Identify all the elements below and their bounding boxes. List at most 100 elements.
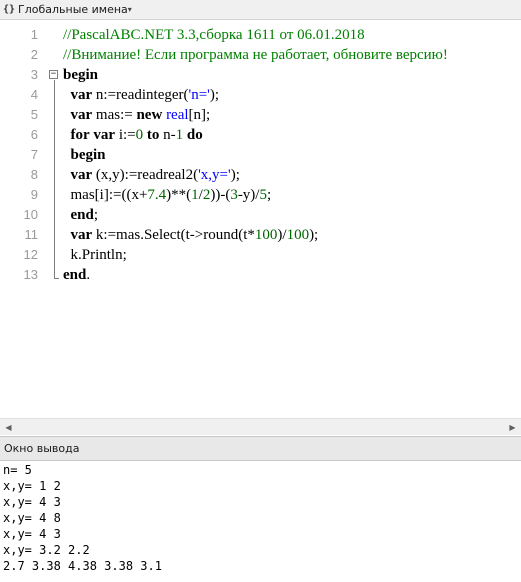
output-line: x,y= 3.2 2.2 xyxy=(3,543,90,557)
output-line: n= 5 xyxy=(3,463,32,477)
global-names-title: Глобальные имена xyxy=(18,3,128,16)
code-line[interactable]: mas[i]:=((x+7.4)**(1/2))-(3-y)/5; xyxy=(63,185,272,205)
scroll-right-icon[interactable]: ▶ xyxy=(504,419,521,435)
code-line[interactable]: var (x,y):=readreal2('x,y='); xyxy=(63,165,240,185)
line-number: 6 xyxy=(30,127,38,142)
code-token: ))-( xyxy=(210,187,231,203)
code-token: //Внимание! Если программа не работает, … xyxy=(63,47,448,63)
line-number: 3 xyxy=(30,67,38,82)
code-token: 0 xyxy=(135,127,144,143)
code-token: (x,y):=readreal2( xyxy=(92,167,199,183)
code-token: do xyxy=(186,127,203,143)
code-token: )/ xyxy=(277,227,287,243)
code-token: 100 xyxy=(254,227,278,243)
code-token: n:=readinteger( xyxy=(92,87,189,103)
code-line[interactable]: var mas:= new real[n]; xyxy=(63,105,211,125)
code-token: to xyxy=(146,127,160,143)
code-token: 'n=' xyxy=(188,87,210,103)
code-token: ); xyxy=(209,87,220,103)
code-line[interactable]: begin xyxy=(63,65,98,85)
line-number: 2 xyxy=(30,47,38,62)
output-panel-header: Окно вывода xyxy=(0,436,521,461)
code-token: . xyxy=(86,267,91,283)
code-token: begin xyxy=(63,67,99,83)
code-token: 100 xyxy=(286,227,310,243)
braces-icon: {} xyxy=(2,4,16,15)
code-token: 1 xyxy=(175,127,184,143)
code-token: mas:= xyxy=(92,107,137,123)
line-number: 5 xyxy=(30,107,38,122)
line-number: 7 xyxy=(30,147,38,162)
code-line[interactable]: for var i:=0 to n-1 do xyxy=(63,125,203,145)
code-token: ; xyxy=(266,187,272,203)
code-token: k:=mas.Select(t->round(t* xyxy=(92,227,255,243)
code-token: var xyxy=(93,127,116,143)
code-token: var xyxy=(70,167,93,183)
fold-toggle-icon[interactable]: − xyxy=(49,70,58,79)
code-token: var xyxy=(70,107,93,123)
scroll-left-icon[interactable]: ◀ xyxy=(0,419,17,435)
line-number: 4 xyxy=(30,87,38,102)
chevron-down-icon[interactable]: ▾ xyxy=(128,5,132,14)
code-token: k.Println; xyxy=(63,247,127,263)
code-token: end xyxy=(70,207,94,223)
line-number: 8 xyxy=(30,167,38,182)
code-line[interactable]: end. xyxy=(63,265,90,285)
output-line: x,y= 1 2 xyxy=(3,479,61,493)
code-token: [n]; xyxy=(188,107,211,123)
code-token: )**( xyxy=(166,187,192,203)
code-line[interactable]: var n:=readinteger('n='); xyxy=(63,85,220,105)
code-token: ; xyxy=(93,207,99,223)
code-line[interactable]: k.Println; xyxy=(63,245,127,265)
output-line: x,y= 4 8 xyxy=(3,511,61,525)
code-line[interactable]: begin xyxy=(63,145,106,165)
code-token: i:= xyxy=(115,127,136,143)
code-token: 'x,y=' xyxy=(198,167,231,183)
output-panel-title: Окно вывода xyxy=(4,442,80,455)
code-token: ); xyxy=(309,227,319,243)
code-token: n- xyxy=(159,127,176,143)
output-line: 2.7 3.38 4.38 3.38 3.1 xyxy=(3,559,162,573)
code-line[interactable]: //PascalABC.NET 3.3,сборка 1611 от 06.01… xyxy=(63,25,365,45)
code-token: //PascalABC.NET 3.3,сборка 1611 от 06.01… xyxy=(63,27,365,43)
code-line[interactable]: end; xyxy=(63,205,99,225)
code-token: end xyxy=(63,267,87,283)
code-token: for xyxy=(70,127,90,143)
line-number: 11 xyxy=(24,227,39,242)
output-line: x,y= 4 3 xyxy=(3,527,61,541)
code-token: 3 xyxy=(230,187,238,203)
code-token: real xyxy=(166,107,189,123)
code-token: begin xyxy=(70,147,106,163)
code-token: 1 xyxy=(191,187,199,203)
code-token: ); xyxy=(230,167,240,183)
code-token: new xyxy=(136,107,163,123)
code-token: -y)/ xyxy=(237,187,260,203)
code-token: var xyxy=(70,227,93,243)
line-number: 9 xyxy=(30,187,38,202)
line-number: 13 xyxy=(23,267,38,282)
line-number-gutter: 1 2 3 4 5 6 7 8 9 10 11 12 13 xyxy=(0,21,42,418)
line-number: 12 xyxy=(23,247,38,262)
code-editor[interactable]: 1 2 3 4 5 6 7 8 9 10 11 12 13 − //PascalABC.NET 3.3,… xyxy=(0,21,521,418)
code-token: 5 xyxy=(259,187,267,203)
line-number: 1 xyxy=(30,27,38,42)
code-line[interactable]: var k:=mas.Select(t->round(t*100)/100); xyxy=(63,225,319,245)
code-token: 7.4 xyxy=(147,187,167,203)
code-line[interactable]: //Внимание! Если программа не работает, … xyxy=(63,45,448,65)
code-token: var xyxy=(70,87,93,103)
fold-end-marker xyxy=(54,278,59,279)
output-panel[interactable]: n= 5 x,y= 1 2 x,y= 4 3 x,y= 4 8 x,y= 4 3 x,y=… xyxy=(0,461,521,582)
horizontal-scrollbar[interactable]: ◀ ▶ xyxy=(0,418,521,435)
output-line: x,y= 4 3 xyxy=(3,495,61,509)
line-number: 10 xyxy=(23,207,38,222)
fold-guide xyxy=(54,80,55,278)
code-token: mas[i]:=((x+ xyxy=(63,187,148,203)
global-names-bar[interactable]: {} Глобальные имена ▾ xyxy=(0,0,521,20)
